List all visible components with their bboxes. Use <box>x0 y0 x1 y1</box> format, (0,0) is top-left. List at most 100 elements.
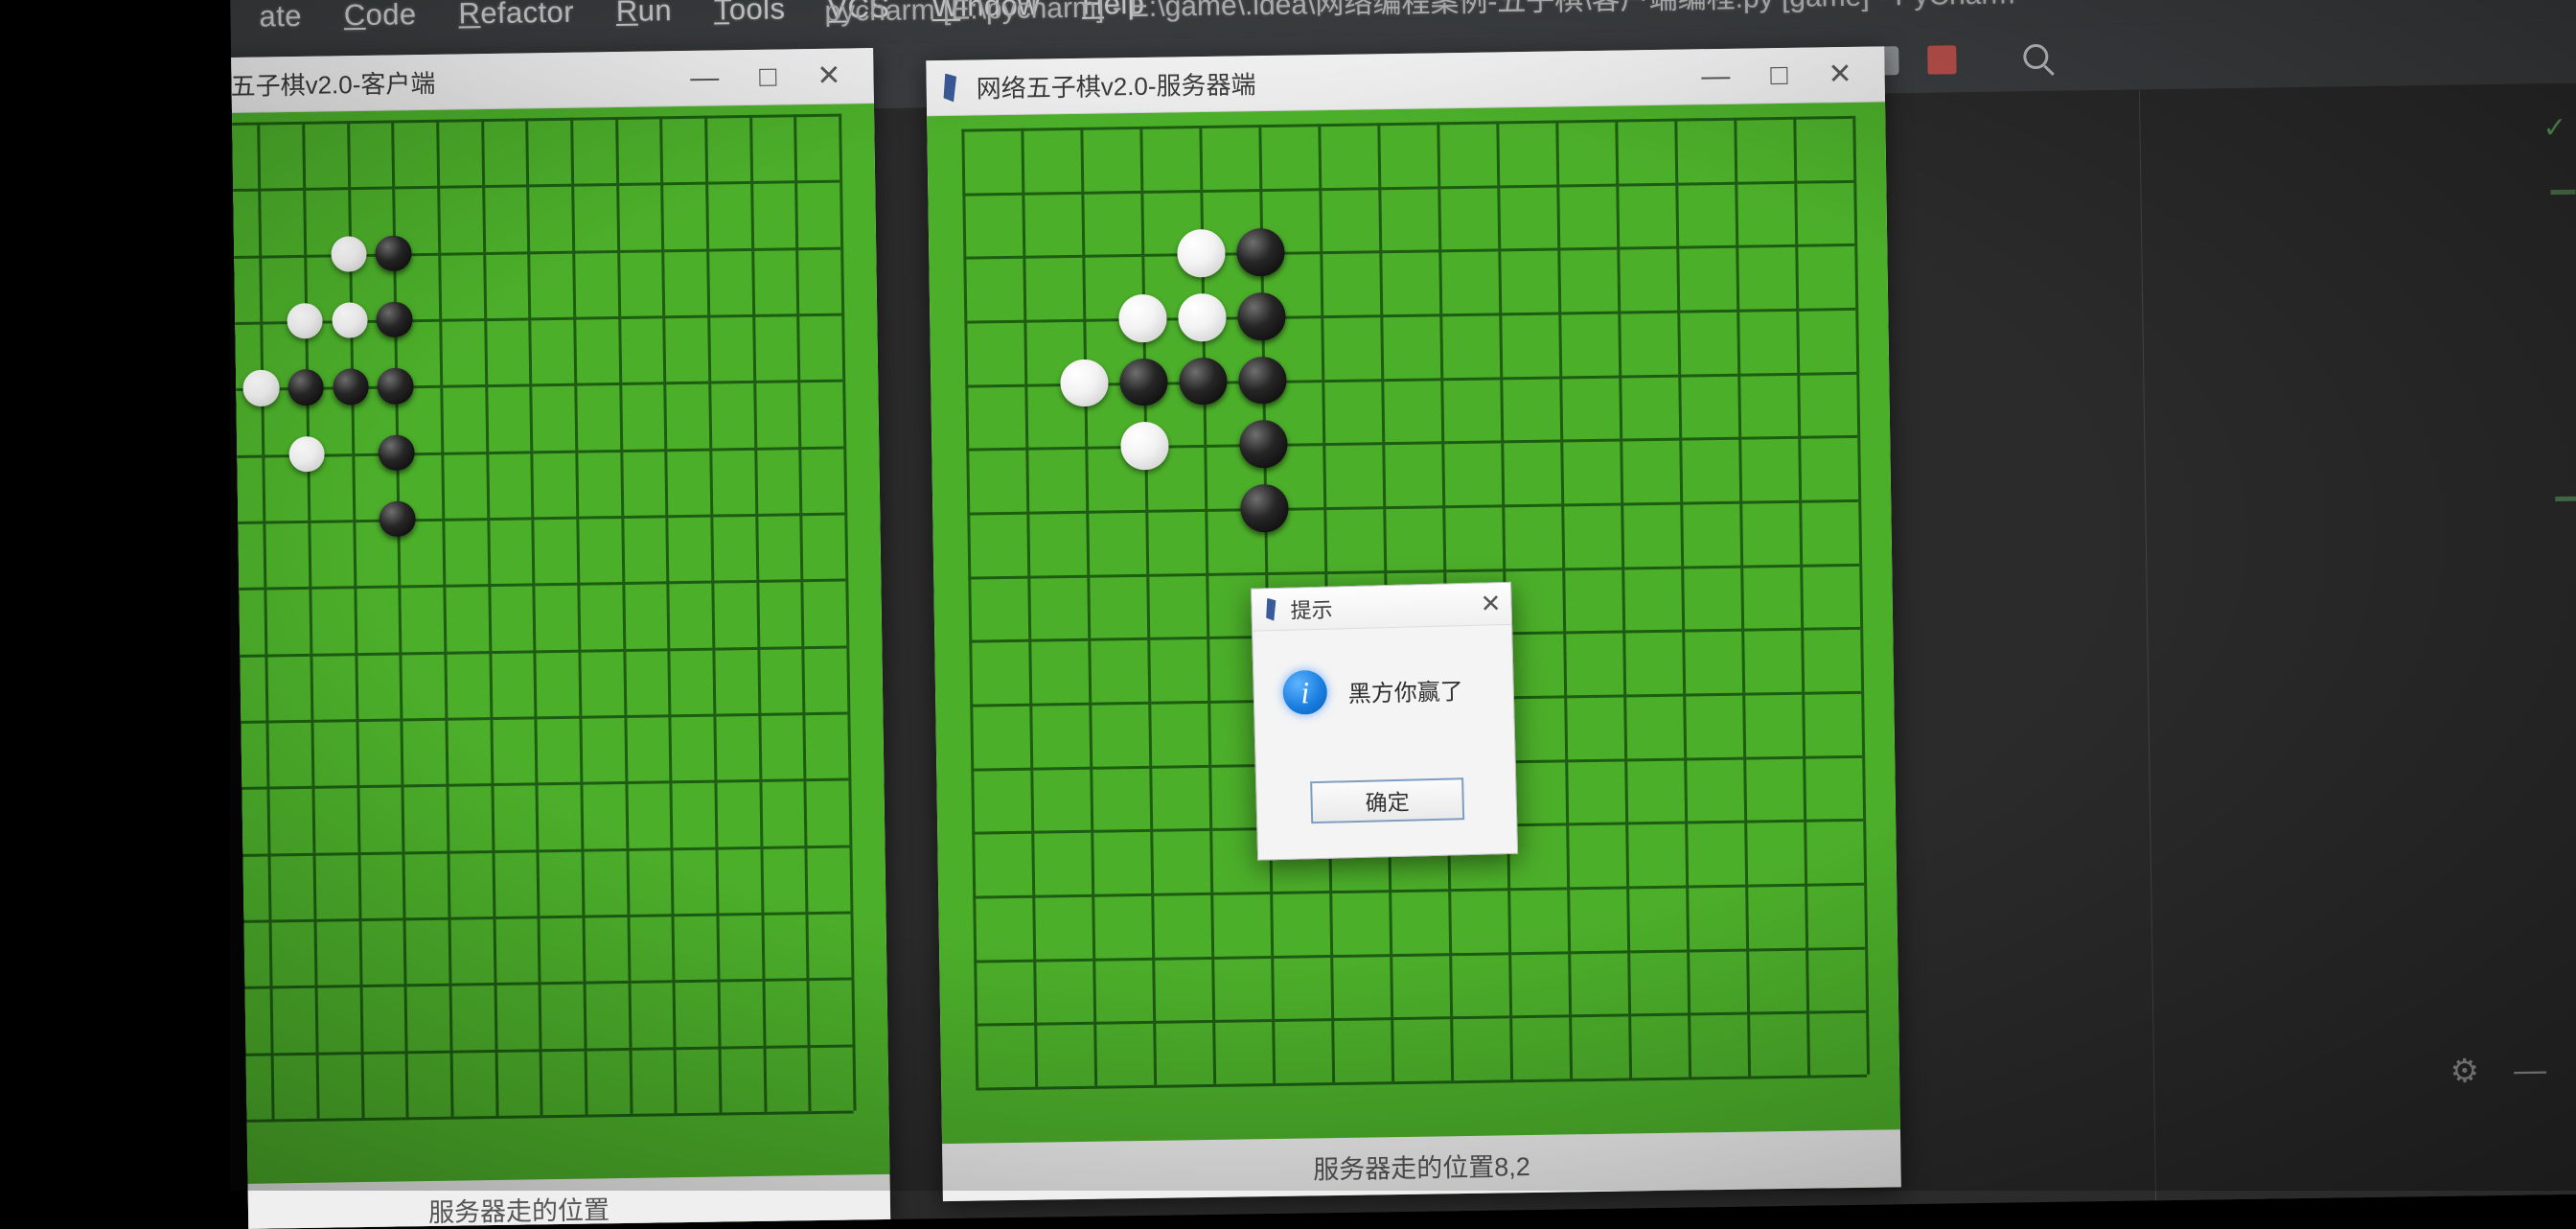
ide-status-bar: ⚙ — <box>1875 1031 2576 1118</box>
inspection-ok-icon: ✓ <box>2542 111 2567 145</box>
board-gridline <box>1080 127 1098 1086</box>
win-dialog[interactable]: 提示 ✕ 黑方你赢了 确定 <box>1251 581 1519 861</box>
board-gridline <box>436 119 454 1117</box>
board-gridline <box>230 123 231 1121</box>
stone-black[interactable] <box>375 235 412 272</box>
stone-black[interactable] <box>1179 357 1228 406</box>
board-gridline <box>230 777 849 791</box>
board-gridline <box>962 179 1854 197</box>
client-status-bar: 服务器走的位置 <box>230 1173 891 1229</box>
stone-black[interactable] <box>377 367 414 405</box>
close-icon[interactable]: ✕ <box>1828 58 1852 89</box>
stop-icon[interactable] <box>1927 45 1957 75</box>
board-gridline <box>1021 128 1039 1087</box>
board-gridline <box>230 179 840 193</box>
board-gridline <box>973 882 1865 899</box>
stone-white[interactable] <box>1178 292 1227 342</box>
menu-item-ate[interactable]: ate <box>259 0 302 35</box>
minimize-icon[interactable]: — <box>2514 1052 2547 1090</box>
menu-item-refactor[interactable]: Refactor <box>458 0 574 31</box>
maximize-icon[interactable]: □ <box>1770 58 1788 90</box>
app-icon <box>937 73 962 102</box>
stone-black[interactable] <box>1238 356 1287 405</box>
stone-white[interactable] <box>242 369 280 406</box>
board-gridline <box>230 578 846 591</box>
dialog-title-bar: 提示 ✕ <box>1252 582 1512 632</box>
board-gridline <box>659 116 678 1114</box>
stone-black[interactable] <box>332 368 369 406</box>
board-gridline <box>230 246 841 260</box>
info-icon <box>1282 669 1328 715</box>
stone-white[interactable] <box>287 302 324 339</box>
stone-black[interactable] <box>1239 420 1288 469</box>
stone-white[interactable] <box>1120 422 1169 471</box>
client-gomoku-board[interactable] <box>230 113 857 1124</box>
client-board-area[interactable] <box>230 104 891 1229</box>
board-gridline <box>302 121 320 1119</box>
board-gridline <box>1555 120 1574 1079</box>
board-gridline <box>794 114 812 1112</box>
board-gridline <box>1793 116 1811 1076</box>
board-gridline <box>749 114 768 1112</box>
board-gridline <box>230 911 851 924</box>
stone-white[interactable] <box>1118 293 1167 343</box>
app-icon <box>1261 597 1281 620</box>
board-gridline <box>257 122 275 1120</box>
menu-item-tools[interactable]: Tools <box>714 0 786 28</box>
close-icon[interactable]: ✕ <box>1480 589 1502 619</box>
stone-black[interactable] <box>379 500 416 538</box>
stone-white[interactable] <box>1060 359 1109 407</box>
board-gridline <box>481 119 499 1117</box>
board-gridline <box>961 128 979 1088</box>
search-icon[interactable] <box>2023 43 2052 73</box>
board-gridline <box>570 117 588 1115</box>
board-gridline <box>230 113 840 127</box>
server-window-title: 网络五子棋v2.0-服务器端 <box>976 70 1256 104</box>
screen-photo: ate Code Refactor Run Tools VCS Window Help pyc… <box>0 0 2576 1229</box>
board-gridline <box>964 307 1856 324</box>
board-gridline <box>230 645 847 659</box>
photo-letterbox-left <box>0 0 230 1191</box>
stone-white[interactable] <box>331 302 368 339</box>
close-icon[interactable]: ✕ <box>816 59 841 91</box>
stone-black[interactable] <box>1237 291 1286 341</box>
board-gridline <box>966 434 1858 452</box>
board-gridline <box>976 1074 1868 1091</box>
board-gridline <box>975 1009 1867 1027</box>
stone-white[interactable] <box>288 435 326 473</box>
maximize-icon[interactable]: □ <box>759 60 777 92</box>
monitor-screen: ate Code Refactor Run Tools VCS Window Help pyc… <box>230 0 2576 1229</box>
board-gridline <box>968 563 1860 580</box>
stone-white[interactable] <box>330 235 367 272</box>
board-gridline <box>1674 118 1692 1078</box>
client-window-controls[interactable]: — □ ✕ <box>690 59 862 93</box>
board-gridline <box>974 946 1866 963</box>
stone-white[interactable] <box>1177 229 1226 278</box>
board-gridline <box>230 845 850 858</box>
board-gridline <box>967 499 1859 516</box>
stone-black[interactable] <box>1119 358 1168 406</box>
server-window-controls[interactable]: — □ ✕ <box>1701 58 1874 91</box>
stone-black[interactable] <box>1236 228 1285 277</box>
menu-item-run[interactable]: Run <box>616 0 673 29</box>
dialog-title: 提示 <box>1290 597 1333 623</box>
client-game-window[interactable]: 网络五子棋v2.0-客户端 — □ ✕ 服务器走的位置 <box>230 48 891 1229</box>
board-gridline <box>1734 117 1752 1077</box>
dialog-ok-button[interactable]: 确定 <box>1310 777 1465 824</box>
stone-black[interactable] <box>378 434 415 472</box>
board-gridline <box>1615 119 1633 1078</box>
client-window-title: 网络五子棋v2.0-客户端 <box>230 68 436 102</box>
stone-black[interactable] <box>376 301 413 338</box>
board-gridline <box>1139 126 1158 1085</box>
minimize-icon[interactable]: — <box>1701 59 1730 91</box>
board-gridline <box>1852 115 1871 1075</box>
stone-black[interactable] <box>1240 483 1289 533</box>
stone-black[interactable] <box>288 369 325 406</box>
gear-icon[interactable]: ⚙ <box>2450 1052 2479 1090</box>
minimize-icon[interactable]: — <box>690 61 719 93</box>
board-gridline <box>963 243 1855 260</box>
board-gridline <box>230 512 845 525</box>
board-gridline <box>961 115 1853 132</box>
menu-item-code[interactable]: Code <box>344 0 417 33</box>
board-gridline <box>615 117 633 1114</box>
